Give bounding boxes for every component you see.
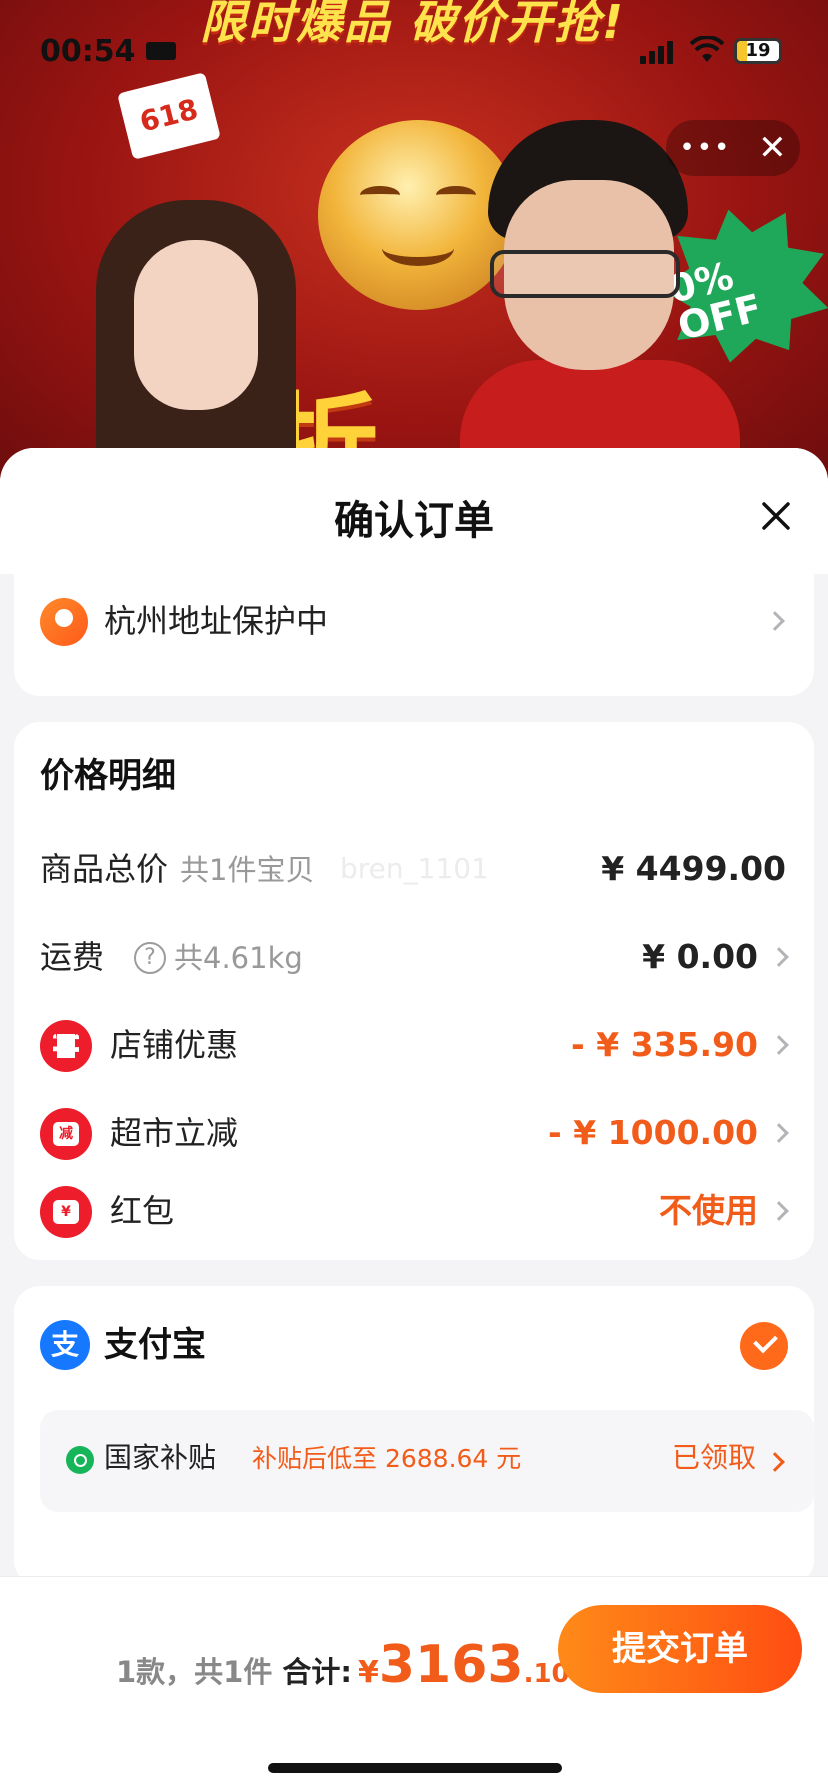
stream-action-capsule: ••• ✕ [666,120,800,176]
ticket-icon [40,1020,92,1072]
national-subsidy-row[interactable]: 国家补贴 补贴后低至 2688.64 元 已领取 [40,1410,814,1512]
bed-icon [146,42,176,60]
battery-level: 19 [745,40,771,61]
subsidy-icon [66,1446,94,1474]
host-woman [96,200,296,480]
payment-card: 支 支付宝 国家补贴 补贴后低至 2688.64 元 已领取 [14,1286,814,1586]
address-text: 杭州地址保护中 [104,602,329,640]
watermark-text: bren_1101 [340,852,489,885]
chevron-right-icon [765,611,785,631]
row-shipping[interactable]: 运费 ? 共4.61kg ¥ 0.00 [14,914,814,1002]
sheet-header: 确认订单 [0,448,828,574]
row-supermarket-discount[interactable]: 减 超市立减 - ¥ 1000.00 [14,1090,814,1178]
home-indicator[interactable] [268,1763,562,1773]
subsidy-desc: 补贴后低至 2688.64 元 [252,1444,522,1473]
checkout-bar: 1款，共1件 合计: ¥ 3163 .10 提交订单 [0,1576,828,1792]
chevron-right-icon [769,1201,789,1221]
status-time: 00:54 [40,34,136,69]
shipping-value: ¥ 0.00 [642,937,758,976]
discount-icon: 减 [40,1108,92,1160]
row-goods-total: 商品总价 共1件宝贝 bren_1101 ¥ 4499.00 [14,826,814,914]
subsidy-name: 国家补贴 [104,1441,217,1474]
address-row[interactable]: 杭州地址保护中 [14,574,814,696]
store-discount-label: 店铺优惠 [110,1026,239,1064]
goods-total-label: 商品总价 [40,850,169,888]
red-packet-label: 红包 [110,1192,175,1230]
order-summary: 1款，共1件 合计: ¥ 3163 .10 [116,1635,570,1695]
goods-total-value: ¥ 4499.00 [601,849,786,888]
check-icon[interactable] [740,1322,788,1370]
total-integer: 3163 [378,1635,524,1695]
discount-icon-text: 减 [53,1122,79,1146]
row-red-packet[interactable]: ¥ 红包 不使用 [14,1168,814,1256]
more-icon[interactable]: ••• [679,133,731,163]
submit-order-button[interactable]: 提交订单 [558,1605,802,1693]
chevron-right-icon [769,1035,789,1055]
store-discount-value: - ¥ 335.90 [571,1025,758,1064]
price-detail-title: 价格明细 [40,756,176,796]
status-bar: 00:54 19 [0,0,828,104]
item-count: 1款，共1件 [116,1655,273,1689]
red-packet-icon: ¥ [40,1186,92,1238]
supermarket-discount-label: 超市立减 [110,1114,239,1152]
payment-method-name: 支付宝 [104,1325,206,1365]
total-label: 合计: [282,1655,352,1689]
signal-icon [640,40,673,64]
subsidy-status: 已领取 [671,1441,756,1474]
supermarket-discount-value: - ¥ 1000.00 [548,1113,758,1152]
chevron-right-icon [769,947,789,967]
goods-count: 共1件宝贝 [180,853,315,887]
location-pin-icon [40,598,88,646]
price-detail-card: 价格明细 商品总价 共1件宝贝 bren_1101 ¥ 4499.00 运费 ?… [14,722,814,1260]
red-packet-icon-text: ¥ [53,1200,79,1224]
sheet-title: 确认订单 [334,498,494,544]
shipping-label: 运费 [40,938,105,976]
close-icon[interactable] [756,496,796,536]
wifi-icon [690,36,724,62]
red-packet-value: 不使用 [659,1191,758,1230]
battery-icon: 19 [734,38,782,64]
host-man [460,120,740,480]
row-store-discount[interactable]: 店铺优惠 - ¥ 335.90 [14,1002,814,1090]
alipay-icon: 支 [40,1320,90,1370]
shipping-weight: 共4.61kg [174,941,303,975]
chevron-right-icon [765,1452,785,1472]
chevron-right-icon [769,1123,789,1143]
stream-close-icon[interactable]: ✕ [758,131,787,165]
currency-symbol: ¥ [357,1655,379,1690]
help-icon[interactable]: ? [134,942,166,974]
